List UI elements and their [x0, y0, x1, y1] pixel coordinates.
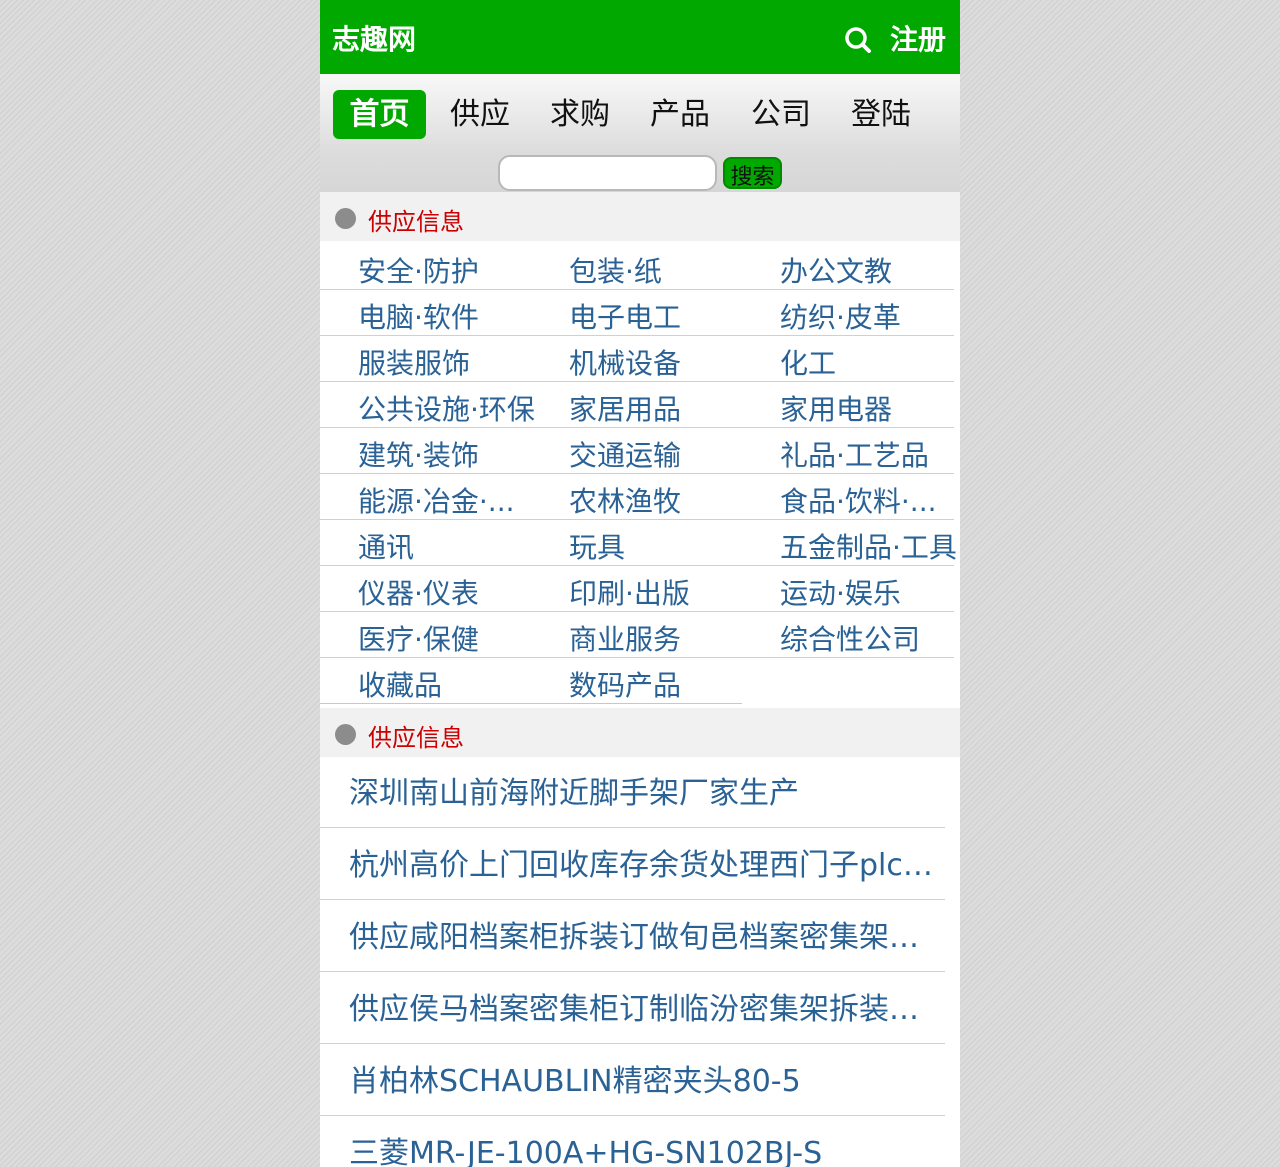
supply-link[interactable]: 供应咸阳档案柜拆装订做旬邑档案密集架搬迁	[349, 918, 939, 958]
category-link[interactable]: 安全·防护	[358, 250, 479, 290]
category-link[interactable]: 包装·纸	[569, 250, 662, 290]
bullet-icon	[335, 724, 356, 745]
category-link[interactable]: 数码产品	[569, 664, 681, 704]
supply-list: 深圳南山前海附近脚手架厂家生产 杭州高价上门回收库存余货处理西门子plc模块 供…	[320, 756, 960, 1167]
category-link[interactable]: 综合性公司	[780, 618, 920, 658]
category-link[interactable]: 玩具	[569, 526, 625, 566]
category-link[interactable]: 运动·娱乐	[780, 572, 901, 612]
category-link[interactable]: 电子电工	[569, 296, 681, 336]
category-link[interactable]: 仪器·仪表	[358, 572, 479, 612]
search-button[interactable]: 搜索	[723, 157, 782, 190]
nav-login[interactable]: 登陆	[835, 90, 927, 139]
section-header-categories: 供应信息	[320, 192, 960, 241]
nav-companies[interactable]: 公司	[735, 90, 827, 139]
supply-link[interactable]: 深圳南山前海附近脚手架厂家生产	[349, 774, 939, 814]
category-link[interactable]: 电脑·软件	[358, 296, 479, 336]
category-grid: 安全·防护 包装·纸 办公文教 电脑·软件 电子电工 纺织·皮革 服装服饰 机械…	[320, 244, 957, 704]
list-item[interactable]: 肖柏林SCHAUBLIN精密夹头80-5	[320, 1044, 945, 1116]
list-item[interactable]: 杭州高价上门回收库存余货处理西门子plc模块	[320, 828, 945, 900]
category-link[interactable]: 家用电器	[780, 388, 892, 428]
category-link[interactable]: 公共设施·环保	[358, 388, 535, 428]
nav-supply[interactable]: 供应	[434, 90, 526, 139]
category-row: 医疗·保健 商业服务 综合性公司	[320, 612, 954, 658]
top-header: 志趣网 注册	[320, 0, 960, 74]
section-title: 供应信息	[368, 208, 464, 236]
category-link[interactable]: 商业服务	[569, 618, 681, 658]
category-row: 公共设施·环保 家居用品 家用电器	[320, 382, 954, 428]
category-link[interactable]: 办公文教	[780, 250, 892, 290]
main-nav: 首页 供应 求购 产品 公司 登陆	[320, 74, 960, 154]
category-link[interactable]: 纺织·皮革	[780, 296, 901, 336]
category-row: 服装服饰 机械设备 化工	[320, 336, 954, 382]
category-link[interactable]: 交通运输	[569, 434, 681, 474]
category-link[interactable]: 五金制品·工具	[780, 526, 957, 566]
section-title: 供应信息	[368, 724, 464, 752]
supply-link[interactable]: 肖柏林SCHAUBLIN精密夹头80-5	[349, 1062, 939, 1102]
search-bar: 搜索	[320, 154, 960, 192]
category-link[interactable]: 能源·冶金·...	[358, 480, 515, 520]
supply-link[interactable]: 三菱MR-JE-100A+HG-SN102BJ-S	[349, 1134, 939, 1167]
category-row: 收藏品 数码产品	[320, 658, 954, 704]
category-row: 电脑·软件 电子电工 纺织·皮革	[320, 290, 954, 336]
category-link[interactable]: 化工	[780, 342, 836, 382]
category-link[interactable]: 食品·饮料·...	[780, 480, 937, 520]
category-row: 仪器·仪表 印刷·出版 运动·娱乐	[320, 566, 954, 612]
nav-home[interactable]: 首页	[333, 90, 426, 139]
search-input[interactable]	[498, 155, 717, 191]
supply-link[interactable]: 杭州高价上门回收库存余货处理西门子plc模块	[349, 846, 939, 886]
category-row: 安全·防护 包装·纸 办公文教	[320, 244, 954, 290]
category-link[interactable]: 农林渔牧	[569, 480, 681, 520]
list-item[interactable]: 供应咸阳档案柜拆装订做旬邑档案密集架搬迁	[320, 900, 945, 972]
category-row: 通讯 玩具 五金制品·工具	[320, 520, 957, 566]
section-header-supply: 供应信息	[320, 708, 960, 757]
nav-purchase[interactable]: 求购	[534, 90, 626, 139]
category-link[interactable]: 印刷·出版	[569, 572, 690, 612]
category-link[interactable]: 服装服饰	[358, 342, 470, 382]
list-item[interactable]: 三菱MR-JE-100A+HG-SN102BJ-S	[320, 1116, 945, 1167]
category-link[interactable]: 礼品·工艺品	[780, 434, 929, 474]
category-row: 建筑·装饰 交通运输 礼品·工艺品	[320, 428, 954, 474]
search-icon[interactable]	[844, 26, 872, 54]
category-link[interactable]: 机械设备	[569, 342, 681, 382]
category-link[interactable]: 家居用品	[569, 388, 681, 428]
category-link[interactable]: 建筑·装饰	[358, 434, 479, 474]
category-row: 能源·冶金·... 农林渔牧 食品·饮料·...	[320, 474, 954, 520]
register-link[interactable]: 注册	[890, 18, 946, 58]
category-link[interactable]: 医疗·保健	[358, 618, 479, 658]
nav-products[interactable]: 产品	[634, 90, 726, 139]
list-item[interactable]: 深圳南山前海附近脚手架厂家生产	[320, 756, 945, 828]
category-link[interactable]: 通讯	[358, 526, 414, 566]
supply-link[interactable]: 供应侯马档案密集柜订制临汾密集架拆装搬迁	[349, 990, 939, 1030]
bullet-icon	[335, 208, 356, 229]
site-logo[interactable]: 志趣网	[332, 18, 416, 58]
category-link[interactable]: 收藏品	[358, 664, 442, 704]
list-item[interactable]: 供应侯马档案密集柜订制临汾密集架拆装搬迁	[320, 972, 945, 1044]
divider	[320, 703, 742, 704]
mobile-page: 志趣网 注册 首页 供应 求购 产品 公司 登陆 搜索 供应信息 安全·防护 包…	[320, 0, 960, 1167]
